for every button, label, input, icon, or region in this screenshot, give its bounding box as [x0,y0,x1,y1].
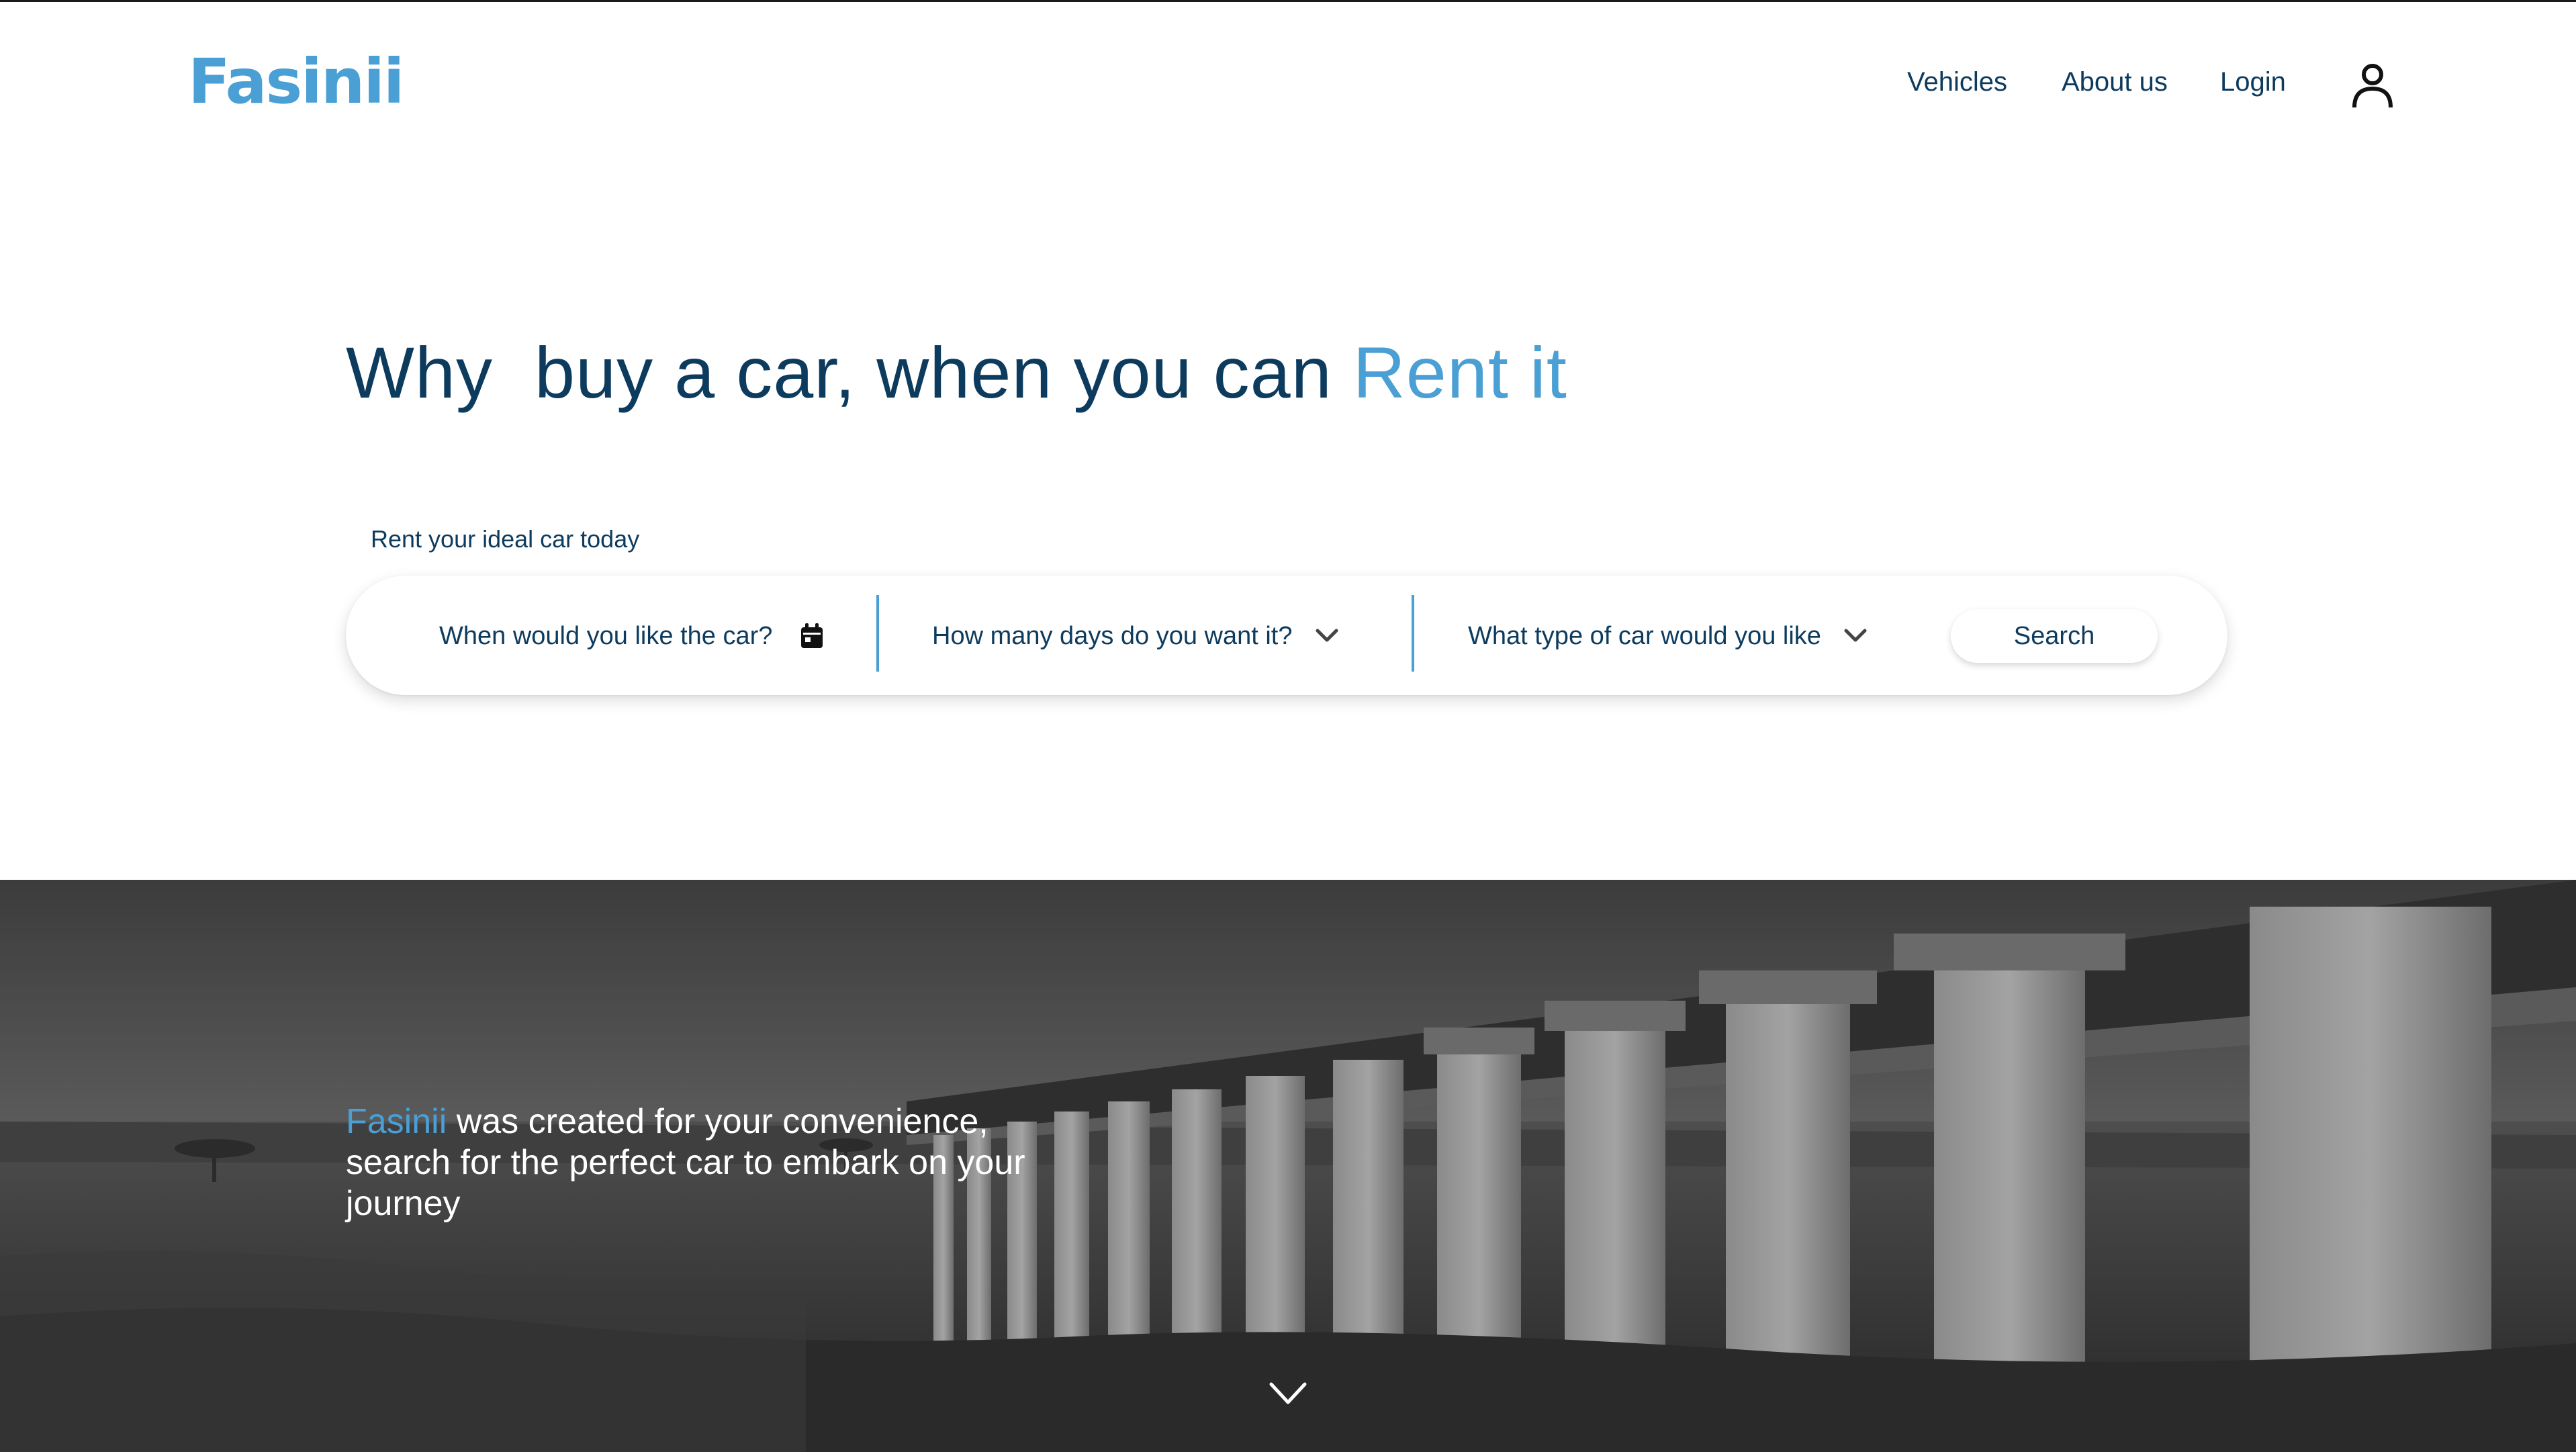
chevron-down-icon [1316,629,1338,642]
chevron-down-icon [1844,629,1867,642]
date-field-label: When would you like the car? [439,621,773,650]
user-icon[interactable] [2350,62,2395,109]
tagline-text: was created for your convenience, search… [346,1102,1025,1223]
search-button[interactable]: Search [1951,609,2158,663]
logo[interactable]: Fasinii [188,46,404,118]
headline-accent: Rent it [1352,332,1567,413]
calendar-icon[interactable] [800,623,823,649]
search-subheading: Rent your ideal car today [371,525,640,553]
headline-main: Why buy a car, when you can [346,332,1353,413]
date-field[interactable]: When would you like the car? [439,616,823,656]
search-divider-1 [876,595,879,672]
car-type-dropdown[interactable]: What type of car would you like [1468,616,1867,656]
days-dropdown[interactable]: How many days do you want it? [932,616,1338,656]
car-type-dropdown-label: What type of car would you like [1468,621,1821,650]
banner-tagline: Fasinii was created for your convenience… [346,1101,1098,1224]
chevron-down-icon[interactable] [1269,1382,1307,1405]
search-divider-2 [1412,595,1414,672]
nav-about-us[interactable]: About us [2062,67,2168,97]
nav-vehicles[interactable]: Vehicles [1907,67,2007,97]
days-dropdown-label: How many days do you want it? [932,621,1293,650]
nav-login[interactable]: Login [2220,67,2286,97]
top-border [0,0,2576,2]
hero-headline: Why buy a car, when you can Rent it [346,330,1567,414]
tagline-brand: Fasinii [346,1102,447,1141]
